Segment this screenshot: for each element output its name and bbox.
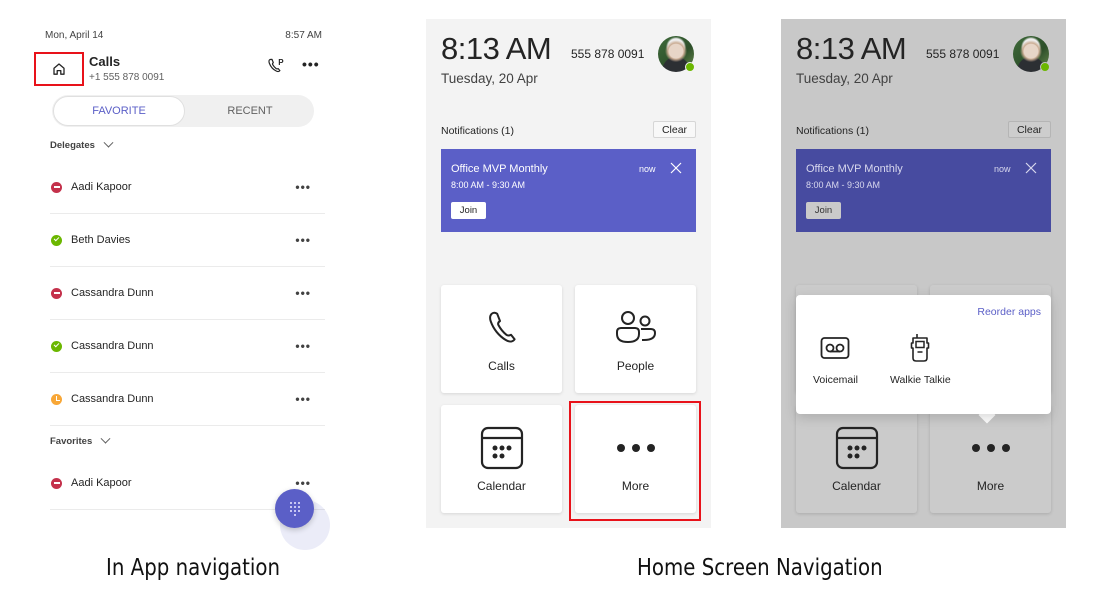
tab-recent[interactable]: RECENT xyxy=(186,95,314,127)
caption-in-app-navigation: In App navigation xyxy=(106,555,281,581)
tile-label: Calendar xyxy=(477,479,526,493)
item-more-button[interactable]: ••• xyxy=(295,286,311,300)
item-more-button[interactable]: ••• xyxy=(295,476,311,490)
notification-card[interactable]: Office MVP Monthly 8:00 AM - 9:30 AM now… xyxy=(796,149,1051,232)
home-icon xyxy=(53,63,65,75)
tile-label: People xyxy=(616,359,655,373)
call-park-icon: P xyxy=(268,58,284,73)
app-label: Walkie Talkie xyxy=(890,374,951,386)
presence-available-icon xyxy=(51,340,62,352)
walkie-talkie-icon xyxy=(911,334,930,362)
join-button[interactable]: Join xyxy=(806,202,841,219)
contact-name: Cassandra Dunn xyxy=(71,287,154,299)
item-more-button[interactable]: ••• xyxy=(295,339,311,353)
app-tile-more[interactable]: More xyxy=(930,405,1051,513)
app-title: Calls xyxy=(89,54,121,69)
dialpad-button[interactable] xyxy=(275,489,314,528)
list-item[interactable]: Cassandra Dunn ••• xyxy=(50,267,325,320)
home-screen: 8:13 AM 555 878 0091 Tuesday, 20 Apr Not… xyxy=(426,19,711,528)
clock-time: 8:13 AM xyxy=(441,31,552,66)
calendar-icon xyxy=(835,426,878,470)
app-walkie-talkie[interactable]: Walkie Talkie xyxy=(890,333,951,386)
contact-name: Aadi Kapoor xyxy=(71,181,132,193)
presence-away-icon xyxy=(51,393,62,405)
item-more-button[interactable]: ••• xyxy=(295,233,311,247)
home-button[interactable] xyxy=(34,52,84,86)
clock-time: 8:13 AM xyxy=(796,31,907,66)
notification-time-range: 8:00 AM - 9:30 AM xyxy=(806,180,881,190)
list-item[interactable]: Beth Davies ••• xyxy=(50,214,325,267)
notification-title: Office MVP Monthly xyxy=(451,163,548,175)
close-icon[interactable] xyxy=(1024,161,1038,175)
tile-label: Calendar xyxy=(832,479,881,493)
contact-name: Aadi Kapoor xyxy=(71,477,132,489)
in-app-screen: Mon, April 14 8:57 AM Calls +1 555 878 0… xyxy=(30,20,330,550)
device-phone-number: 555 878 0091 xyxy=(926,47,1000,61)
header-more-button[interactable]: ••• xyxy=(302,56,320,72)
app-phone-number: +1 555 878 0091 xyxy=(89,72,165,83)
voicemail-icon xyxy=(821,337,850,359)
svg-text:P: P xyxy=(278,58,284,67)
notification-age: now xyxy=(994,164,1011,174)
device-phone-number: 555 878 0091 xyxy=(571,47,645,61)
caption-home-screen-navigation: Home Screen Navigation xyxy=(637,555,883,581)
presence-available-icon xyxy=(685,62,695,72)
tab-segmented-control: FAVORITE RECENT xyxy=(52,95,314,127)
chevron-down-icon xyxy=(100,433,111,444)
tab-favorite[interactable]: FAVORITE xyxy=(53,96,185,126)
notification-title: Office MVP Monthly xyxy=(806,163,903,175)
item-more-button[interactable]: ••• xyxy=(295,392,311,406)
contact-name: Cassandra Dunn xyxy=(71,393,154,405)
clear-notifications-button[interactable]: Clear xyxy=(1008,121,1051,138)
people-icon xyxy=(615,311,656,344)
app-tile-people[interactable]: People xyxy=(575,285,696,393)
tile-label: Calls xyxy=(488,359,515,373)
app-label: Voicemail xyxy=(813,374,858,386)
presence-dnd-icon xyxy=(51,287,62,299)
dialpad-icon xyxy=(289,501,300,516)
phone-icon xyxy=(488,311,516,343)
presence-available-icon xyxy=(51,234,62,246)
section-title: Favorites xyxy=(50,436,93,447)
more-icon xyxy=(971,444,1010,452)
call-park-button[interactable]: P xyxy=(266,56,286,76)
clock-date: Tuesday, 20 Apr xyxy=(796,71,893,86)
item-more-button[interactable]: ••• xyxy=(295,180,311,194)
clear-notifications-button[interactable]: Clear xyxy=(653,121,696,138)
section-favorites-header[interactable]: Favorites xyxy=(50,433,111,447)
list-item[interactable]: Cassandra Dunn ••• xyxy=(50,373,325,426)
app-tile-calls[interactable]: Calls xyxy=(441,285,562,393)
presence-available-icon xyxy=(1040,62,1050,72)
more-apps-popover: Reorder apps Voicemail Walkie Talkie xyxy=(796,295,1051,414)
notification-age: now xyxy=(639,164,656,174)
home-screen-more-open: 8:13 AM 555 878 0091 Tuesday, 20 Apr Not… xyxy=(781,19,1066,528)
presence-dnd-icon xyxy=(51,477,62,489)
status-date: Mon, April 14 xyxy=(45,30,104,41)
chevron-down-icon xyxy=(103,137,114,148)
highlight-box xyxy=(569,401,701,521)
list-item[interactable]: Cassandra Dunn ••• xyxy=(50,320,325,373)
tile-label: More xyxy=(976,479,1005,493)
app-tile-calendar[interactable]: Calendar xyxy=(441,405,562,513)
notification-card[interactable]: Office MVP Monthly 8:00 AM - 9:30 AM now… xyxy=(441,149,696,232)
notifications-label: Notifications (1) xyxy=(796,125,869,137)
list-item[interactable]: Aadi Kapoor ••• xyxy=(50,161,325,214)
join-button[interactable]: Join xyxy=(451,202,486,219)
app-tile-calendar[interactable]: Calendar xyxy=(796,405,917,513)
section-title: Delegates xyxy=(50,140,95,151)
notifications-label: Notifications (1) xyxy=(441,125,514,137)
section-delegates-header[interactable]: Delegates xyxy=(50,137,114,151)
app-voicemail[interactable]: Voicemail xyxy=(813,333,858,386)
calendar-icon xyxy=(480,426,523,470)
reorder-apps-link[interactable]: Reorder apps xyxy=(977,306,1041,318)
close-icon[interactable] xyxy=(669,161,683,175)
contact-name: Cassandra Dunn xyxy=(71,340,154,352)
contact-name: Beth Davies xyxy=(71,234,131,246)
presence-dnd-icon xyxy=(51,181,62,193)
notification-time-range: 8:00 AM - 9:30 AM xyxy=(451,180,526,190)
status-time: 8:57 AM xyxy=(285,30,322,41)
clock-date: Tuesday, 20 Apr xyxy=(441,71,538,86)
